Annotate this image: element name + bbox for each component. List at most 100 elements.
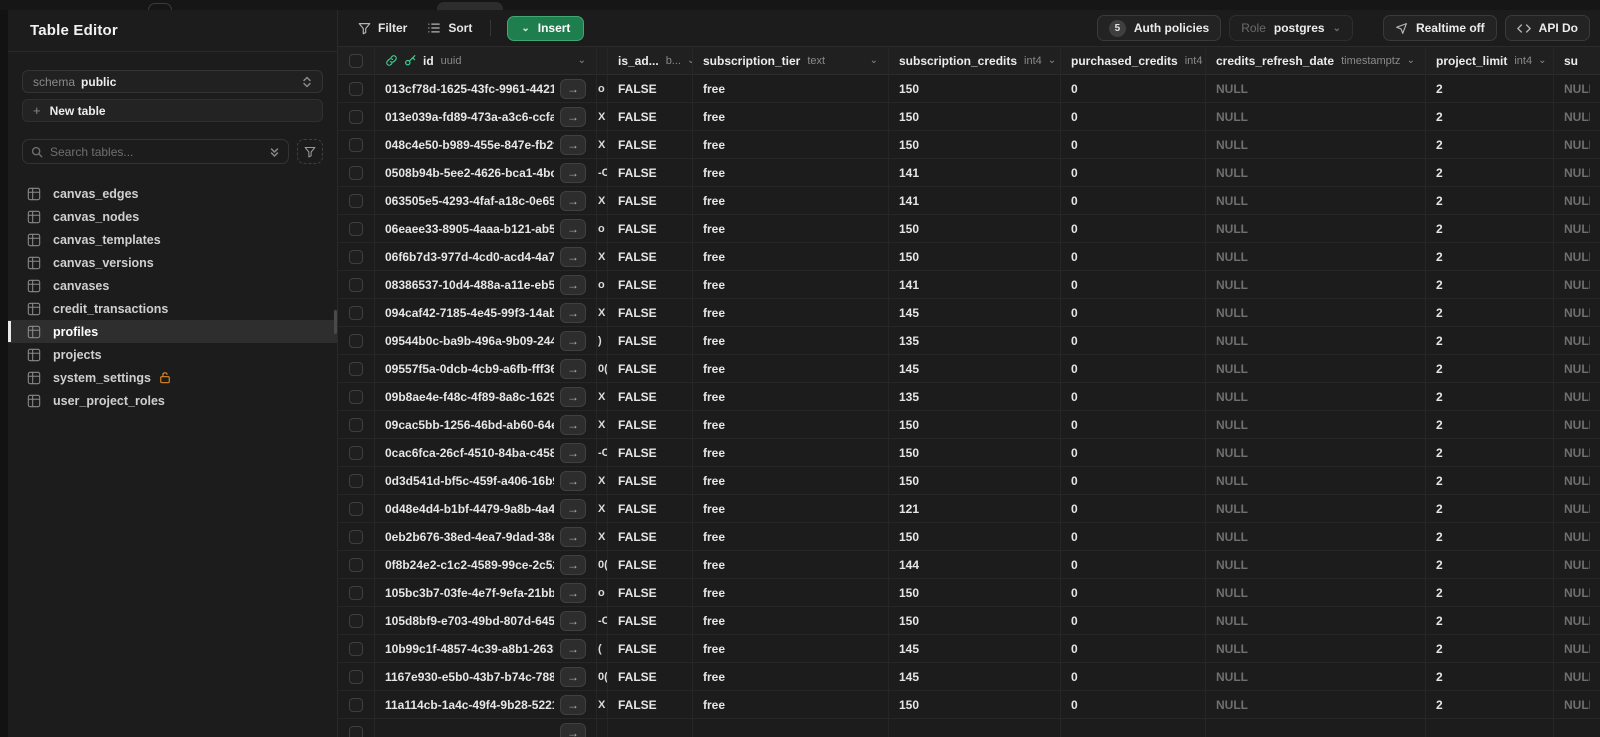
expand-row-button[interactable]: → — [560, 526, 586, 547]
column-header-narrow[interactable] — [597, 47, 608, 74]
narrow-cell[interactable]: X — [597, 131, 608, 158]
expand-row-button[interactable]: → — [560, 190, 586, 211]
subscription-credits-cell[interactable]: 150 — [889, 243, 1061, 270]
purchased-credits-cell[interactable]: 0 — [1061, 327, 1206, 354]
subscription-credits-cell[interactable]: 141 — [889, 187, 1061, 214]
project-limit-cell[interactable]: 2 — [1426, 271, 1554, 298]
purchased-credits-cell[interactable]: 0 — [1061, 607, 1206, 634]
credits-refresh-date-cell[interactable]: NULL — [1206, 411, 1426, 438]
is-admin-cell[interactable]: FALSE — [608, 635, 693, 662]
subscription-credits-cell[interactable]: 144 — [889, 551, 1061, 578]
expand-row-button[interactable]: → — [560, 442, 586, 463]
id-cell[interactable]: 013cf78d-1625-43fc-9961-442189... → — [375, 75, 597, 102]
purchased-credits-cell[interactable]: 0 — [1061, 495, 1206, 522]
truncated-cell[interactable]: NULL — [1554, 327, 1600, 354]
purchased-credits-cell[interactable]: 0 — [1061, 215, 1206, 242]
credits-refresh-date-cell[interactable]: NULL — [1206, 579, 1426, 606]
project-limit-cell[interactable]: 2 — [1426, 355, 1554, 382]
row-checkbox[interactable] — [349, 361, 363, 376]
narrow-cell[interactable]: X — [597, 103, 608, 130]
id-cell[interactable]: 105bc3b7-03fe-4e7f-9efa-21bb40... → — [375, 579, 597, 606]
sidebar-table-item[interactable]: profiles — [8, 320, 337, 343]
subscription-credits-cell[interactable]: 135 — [889, 383, 1061, 410]
expand-row-button[interactable]: → — [560, 78, 586, 99]
truncated-cell[interactable]: NULL — [1554, 551, 1600, 578]
id-cell[interactable]: 094caf42-7185-4e45-99f3-14abee... → — [375, 299, 597, 326]
narrow-cell[interactable]: 0( — [597, 551, 608, 578]
credits-refresh-date-cell[interactable]: NULL — [1206, 131, 1426, 158]
purchased-credits-cell[interactable]: 0 — [1061, 635, 1206, 662]
subscription-tier-cell[interactable]: free — [693, 131, 889, 158]
subscription-tier-cell[interactable]: free — [693, 635, 889, 662]
purchased-credits-cell[interactable] — [1061, 719, 1206, 737]
subscription-tier-cell[interactable]: free — [693, 523, 889, 550]
purchased-credits-cell[interactable]: 0 — [1061, 691, 1206, 718]
is-admin-cell[interactable]: FALSE — [608, 187, 693, 214]
role-select-button[interactable]: Role postgres ⌄ — [1229, 15, 1353, 41]
sidebar-table-item[interactable]: projects — [8, 343, 337, 366]
credits-refresh-date-cell[interactable]: NULL — [1206, 495, 1426, 522]
subscription-credits-cell[interactable]: 141 — [889, 271, 1061, 298]
subscription-credits-cell[interactable]: 150 — [889, 579, 1061, 606]
is-admin-cell[interactable]: FALSE — [608, 551, 693, 578]
credits-refresh-date-cell[interactable]: NULL — [1206, 551, 1426, 578]
project-limit-cell[interactable]: 2 — [1426, 411, 1554, 438]
api-docs-button[interactable]: API Do — [1504, 15, 1590, 41]
purchased-credits-cell[interactable]: 0 — [1061, 467, 1206, 494]
id-cell[interactable]: 063505e5-4293-4faf-a18c-0e65b... → — [375, 187, 597, 214]
purchased-credits-cell[interactable]: 0 — [1061, 103, 1206, 130]
sidebar-table-item[interactable]: user_project_roles — [8, 389, 337, 412]
truncated-cell[interactable]: NULL — [1554, 131, 1600, 158]
row-checkbox[interactable] — [349, 389, 363, 404]
subscription-credits-cell[interactable]: 145 — [889, 635, 1061, 662]
new-table-button[interactable]: + New table — [22, 99, 323, 122]
subscription-credits-cell[interactable]: 150 — [889, 467, 1061, 494]
row-checkbox[interactable] — [349, 529, 363, 544]
column-header-purchased-credits[interactable]: purchased_credits int4 ⌄ — [1061, 47, 1206, 74]
row-checkbox[interactable] — [349, 641, 363, 656]
column-header-project-limit[interactable]: project_limit int4 ⌄ — [1426, 47, 1554, 74]
column-menu-icon[interactable]: ⌄ — [864, 55, 878, 66]
project-limit-cell[interactable]: 2 — [1426, 383, 1554, 410]
id-cell[interactable]: 09557f5a-0dcb-4cb9-a6fb-fff366... → — [375, 355, 597, 382]
row-checkbox[interactable] — [349, 109, 363, 124]
expand-row-button[interactable]: → — [560, 582, 586, 603]
is-admin-cell[interactable]: FALSE — [608, 663, 693, 690]
sidebar-filter-button[interactable] — [297, 139, 323, 164]
subscription-tier-cell[interactable] — [693, 719, 889, 737]
expand-row-button[interactable]: → — [560, 414, 586, 435]
expand-row-button[interactable]: → — [560, 134, 586, 155]
is-admin-cell[interactable]: FALSE — [608, 159, 693, 186]
truncated-cell[interactable]: NULL — [1554, 103, 1600, 130]
id-cell[interactable]: 048c4e50-b989-455e-847e-fb2f... → — [375, 131, 597, 158]
truncated-cell[interactable]: NULL — [1554, 159, 1600, 186]
id-cell[interactable]: 0f8b24e2-c1c2-4589-99ce-2c52d... → — [375, 551, 597, 578]
project-limit-cell[interactable]: 2 — [1426, 495, 1554, 522]
expand-row-button[interactable]: → — [560, 554, 586, 575]
schema-select[interactable]: schema public — [22, 70, 323, 93]
id-cell[interactable]: → — [375, 719, 597, 737]
narrow-cell[interactable]: X — [597, 495, 608, 522]
project-limit-cell[interactable]: 2 — [1426, 579, 1554, 606]
subscription-credits-cell[interactable]: 145 — [889, 299, 1061, 326]
narrow-cell[interactable]: X — [597, 187, 608, 214]
subscription-credits-cell[interactable]: 135 — [889, 327, 1061, 354]
credits-refresh-date-cell[interactable]: NULL — [1206, 607, 1426, 634]
is-admin-cell[interactable]: FALSE — [608, 355, 693, 382]
subscription-credits-cell[interactable]: 150 — [889, 75, 1061, 102]
narrow-cell[interactable]: 0( — [597, 355, 608, 382]
project-limit-cell[interactable] — [1426, 719, 1554, 737]
project-limit-cell[interactable]: 2 — [1426, 103, 1554, 130]
id-cell[interactable]: 0d48e4d4-b1bf-4479-9a8b-4a4b... → — [375, 495, 597, 522]
project-limit-cell[interactable]: 2 — [1426, 523, 1554, 550]
subscription-credits-cell[interactable]: 150 — [889, 411, 1061, 438]
sidebar-table-item[interactable]: canvas_nodes — [8, 205, 337, 228]
project-limit-cell[interactable]: 2 — [1426, 663, 1554, 690]
is-admin-cell[interactable]: FALSE — [608, 243, 693, 270]
truncated-cell[interactable]: NULL — [1554, 523, 1600, 550]
project-limit-cell[interactable]: 2 — [1426, 607, 1554, 634]
subscription-tier-cell[interactable]: free — [693, 383, 889, 410]
row-checkbox[interactable] — [349, 557, 363, 572]
truncated-cell[interactable]: NULL — [1554, 579, 1600, 606]
truncated-cell[interactable]: NULL — [1554, 383, 1600, 410]
